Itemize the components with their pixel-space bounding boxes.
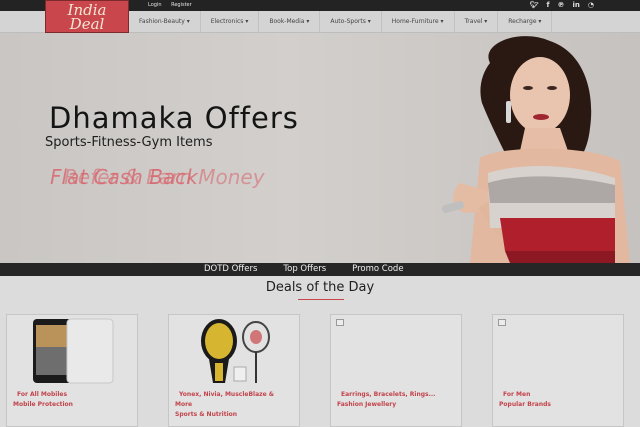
pinterest-icon[interactable]: ℗ xyxy=(558,1,565,10)
hero-title: Dhamaka Offers xyxy=(49,101,299,135)
nav-item-travel[interactable]: Travel ▾ xyxy=(455,11,499,33)
auth-links: Login Register xyxy=(148,2,200,8)
hero-slide-text-b: Refer & Earn Money xyxy=(64,165,265,189)
site-logo[interactable]: India Deal xyxy=(45,0,129,33)
deals-section-title: Deals of the Day xyxy=(265,280,375,295)
deal-card-line-2: More xyxy=(175,401,193,408)
hero-subtitle: Sports-Fitness-Gym Items xyxy=(45,135,213,150)
nav-item-home-furniture[interactable]: Home-Furniture ▾ xyxy=(382,11,455,33)
tab-promo-code[interactable]: Promo Code xyxy=(352,263,403,276)
nav-item-fashion-beauty[interactable]: Fashion-Beauty ▾ xyxy=(129,11,201,33)
logo-line-2: Deal xyxy=(69,15,105,33)
deal-card-line-1: For Men xyxy=(503,391,531,398)
register-link[interactable]: Register xyxy=(171,2,192,8)
tab-dotd-offers[interactable]: DOTD Offers xyxy=(204,263,257,276)
deal-card-line-3: Sports & Nutrition xyxy=(175,411,238,418)
deal-card-line-2: Popular Brands xyxy=(499,401,551,408)
facebook-icon[interactable]: f xyxy=(546,1,549,10)
deal-card-line-1: Earrings, Bracelets, Rings... xyxy=(341,391,436,398)
deal-card-sports[interactable]: Yonex, Nivia, MuscleBlaze & More Sports … xyxy=(168,314,300,427)
social-icons: 🐦︎ f ℗ in ◔ xyxy=(530,1,594,10)
deal-card-line-1: For All Mobiles xyxy=(17,391,68,398)
deal-card-men[interactable]: For Men Popular Brands xyxy=(492,314,624,427)
deal-card-line-1: Yonex, Nivia, MuscleBlaze & xyxy=(179,391,275,398)
deal-card-line-2: Mobile Protection xyxy=(13,401,73,408)
hero-model-image xyxy=(442,36,630,263)
linkedin-icon[interactable]: in xyxy=(573,1,580,10)
nav-item-auto-sports[interactable]: Auto-Sports ▾ xyxy=(320,11,382,33)
deal-card-mobiles[interactable]: For All Mobiles Mobile Protection xyxy=(6,314,138,427)
nav-item-book-media[interactable]: Book-Media ▾ xyxy=(259,11,321,33)
twitter-icon[interactable]: 🐦︎ xyxy=(530,1,539,10)
title-underline xyxy=(298,299,344,300)
broken-image-icon xyxy=(336,319,344,326)
login-link[interactable]: Login xyxy=(148,2,162,8)
nav-item-electronics[interactable]: Electronics ▾ xyxy=(201,11,260,33)
offers-tab-bar: DOTD Offers Top Offers Promo Code xyxy=(0,263,640,276)
phone-product-image xyxy=(33,318,114,384)
racket-product-image xyxy=(201,319,270,383)
nav-item-recharge[interactable]: Recharge ▾ xyxy=(498,11,553,33)
rss-icon[interactable]: ◔ xyxy=(588,1,594,10)
deal-card-line-2: Fashion Jewellery xyxy=(337,401,397,408)
deal-card-jewellery[interactable]: Earrings, Bracelets, Rings... Fashion Je… xyxy=(330,314,462,427)
broken-image-icon xyxy=(498,319,506,326)
hero-banner[interactable]: Dhamaka Offers Sports-Fitness-Gym Items … xyxy=(0,33,640,263)
tab-top-offers[interactable]: Top Offers xyxy=(283,263,326,276)
